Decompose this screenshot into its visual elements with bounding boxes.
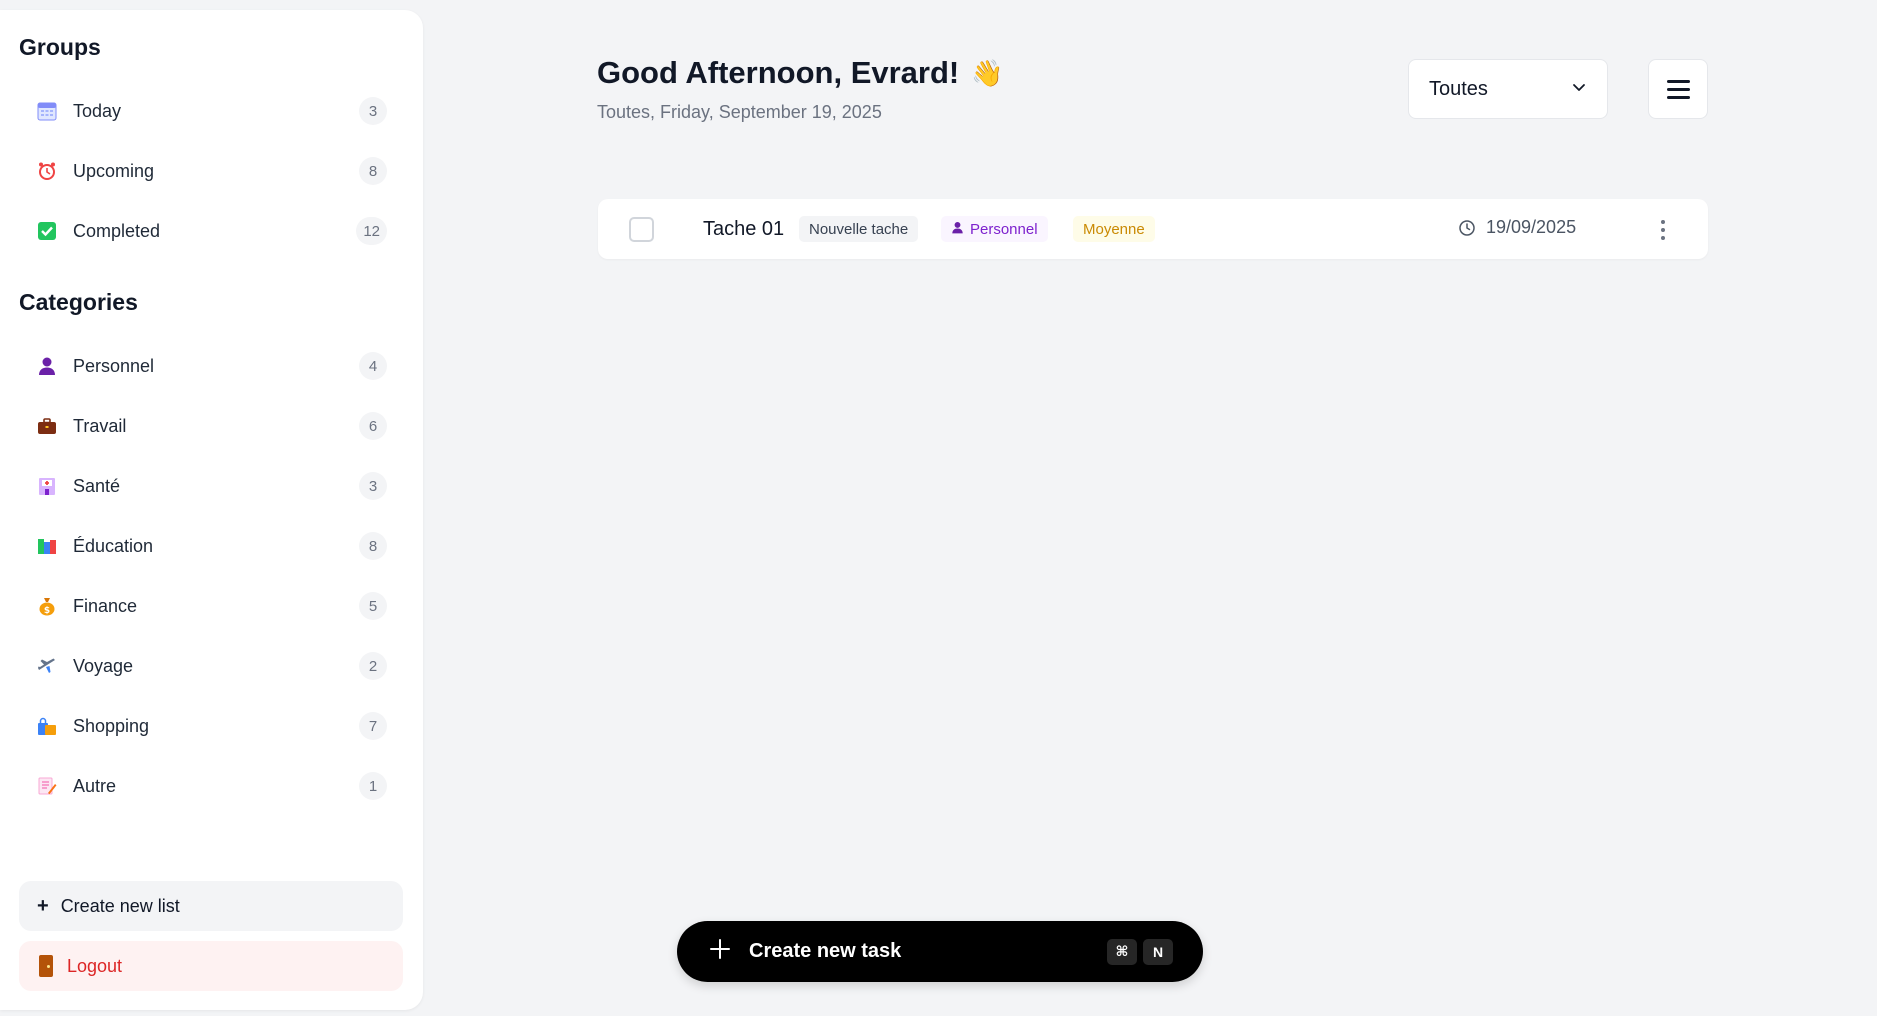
hamburger-line — [1666, 95, 1690, 99]
count-badge: 4 — [359, 352, 387, 380]
more-dot — [1661, 236, 1665, 240]
calendar-icon — [36, 100, 58, 122]
sidebar-item-label: Finance — [73, 595, 138, 616]
sidebar-item-label: Autre — [73, 775, 117, 796]
sidebar-item-label: Upcoming — [73, 160, 155, 181]
sidebar-item-education[interactable]: Éducation 8 — [19, 522, 393, 570]
keyboard-shortcut: ⌘ N — [1101, 938, 1173, 965]
hamburger-line — [1666, 87, 1690, 91]
create-new-list-label: Create new list — [60, 895, 180, 916]
sidebar-item-label: Travail — [73, 415, 127, 436]
count-badge: 5 — [359, 592, 387, 620]
sidebar: Groups Today 3 Upcoming 8 Completed 12 C… — [0, 10, 423, 1010]
sidebar-item-autre[interactable]: Autre 1 — [19, 762, 393, 810]
task-title: Tache 01 — [703, 218, 785, 240]
airplane-icon — [36, 655, 58, 677]
create-new-list-button[interactable]: + Create new list — [19, 881, 403, 931]
check-box-icon — [36, 220, 58, 242]
task-checkbox[interactable] — [629, 217, 654, 242]
sidebar-item-travail[interactable]: Travail 6 — [19, 402, 393, 450]
page-subtitle: Toutes, Friday, September 19, 2025 — [597, 102, 882, 122]
sidebar-item-label: Shopping — [73, 715, 150, 736]
count-badge: 3 — [359, 472, 387, 500]
greeting-text: Good Afternoon, Evrard! — [597, 55, 960, 90]
task-row[interactable]: Tache 01 Nouvelle tache Personnel Moyenn… — [598, 199, 1708, 259]
filter-dropdown[interactable]: Toutes — [1408, 59, 1608, 119]
create-new-task-label: Create new task — [749, 940, 902, 962]
person-icon — [36, 355, 58, 377]
sidebar-item-label: Completed — [73, 220, 161, 241]
clock-icon — [1459, 219, 1475, 236]
sidebar-item-upcoming[interactable]: Upcoming 8 — [19, 147, 393, 195]
memo-icon — [36, 775, 58, 797]
waving-hand-icon: 👋 — [971, 57, 1004, 88]
more-dot — [1661, 228, 1665, 232]
command-key: ⌘ — [1107, 938, 1137, 965]
person-icon — [951, 221, 964, 238]
door-icon — [39, 955, 53, 977]
logout-label: Logout — [67, 955, 123, 976]
task-description-tag: Nouvelle tache — [799, 216, 919, 242]
task-more-options-button[interactable] — [1648, 215, 1678, 245]
sidebar-item-personnel[interactable]: Personnel 4 — [19, 342, 393, 390]
plus-icon — [709, 938, 731, 965]
sidebar-item-sante[interactable]: Santé 3 — [19, 462, 393, 510]
sidebar-item-label: Éducation — [73, 535, 154, 556]
sidebar-item-label: Voyage — [73, 655, 134, 676]
task-due-date: 19/09/2025 — [1458, 217, 1576, 238]
count-badge: 8 — [359, 157, 387, 185]
hamburger-line — [1666, 79, 1690, 83]
n-key: N — [1143, 938, 1173, 965]
count-badge: 7 — [359, 712, 387, 740]
count-badge: 12 — [356, 217, 387, 245]
task-date-text: 19/09/2025 — [1486, 217, 1577, 237]
sidebar-item-label: Santé — [73, 475, 121, 496]
sidebar-item-today[interactable]: Today 3 — [19, 87, 393, 135]
sidebar-item-completed[interactable]: Completed 12 — [19, 207, 393, 255]
money-bag-icon: $ — [36, 595, 58, 617]
task-category-label: Personnel — [970, 220, 1038, 238]
count-badge: 1 — [359, 772, 387, 800]
count-badge: 2 — [359, 652, 387, 680]
sidebar-item-label: Personnel — [73, 355, 155, 376]
create-new-task-button[interactable]: Create new task ⌘ N — [677, 921, 1203, 982]
more-dot — [1661, 220, 1665, 224]
categories-title: Categories — [19, 289, 138, 315]
chevron-down-icon — [1571, 79, 1587, 100]
task-category-tag: Personnel — [941, 216, 1048, 242]
sidebar-item-label: Today — [73, 100, 122, 121]
hospital-icon — [36, 475, 58, 497]
task-priority-tag: Moyenne — [1073, 216, 1155, 242]
filter-selected-value: Toutes — [1429, 77, 1488, 100]
alarm-clock-icon — [36, 160, 58, 182]
plus-icon: + — [37, 894, 49, 917]
svg-text:$: $ — [44, 606, 50, 616]
count-badge: 3 — [359, 97, 387, 125]
count-badge: 8 — [359, 532, 387, 560]
hamburger-menu-button[interactable] — [1648, 59, 1708, 119]
count-badge: 6 — [359, 412, 387, 440]
books-icon — [36, 535, 58, 557]
groups-title: Groups — [19, 34, 101, 60]
sidebar-item-voyage[interactable]: Voyage 2 — [19, 642, 393, 690]
shopping-bags-icon — [36, 715, 58, 737]
sidebar-item-finance[interactable]: $ Finance 5 — [19, 582, 393, 630]
briefcase-icon — [36, 415, 58, 437]
sidebar-item-shopping[interactable]: Shopping 7 — [19, 702, 393, 750]
logout-button[interactable]: Logout — [19, 941, 403, 991]
page-title: Good Afternoon, Evrard! 👋 — [597, 55, 1004, 91]
